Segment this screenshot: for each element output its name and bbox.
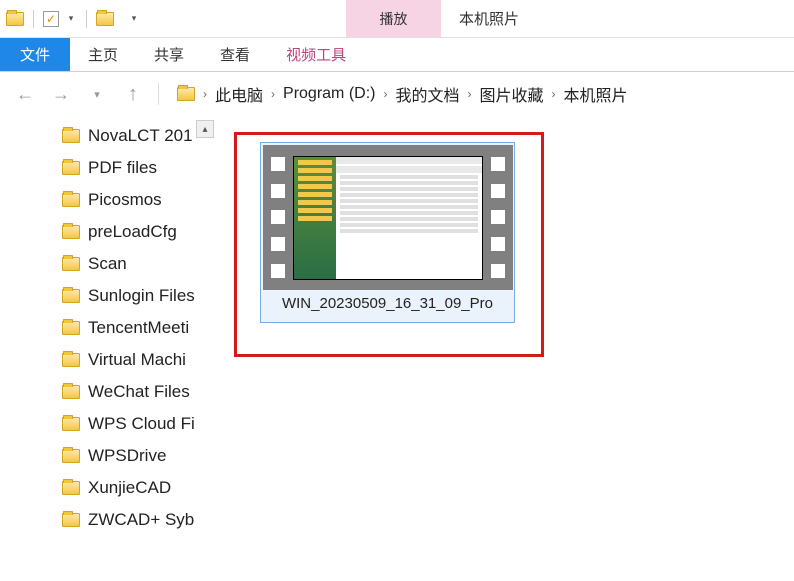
chevron-right-icon[interactable]: › <box>269 87 277 101</box>
ribbon-tabs: 文件 主页 共享 查看 视频工具 <box>0 38 794 72</box>
tab-video-tools[interactable]: 视频工具 <box>268 38 364 71</box>
tree-item-label: WPSDrive <box>88 446 166 466</box>
thumbnail-preview <box>293 156 483 280</box>
tree-folder-item[interactable]: PDF files <box>0 152 214 184</box>
tree-folder-item[interactable]: Scan <box>0 248 214 280</box>
qat-separator <box>33 10 34 28</box>
breadcrumb-item[interactable]: 此电脑 <box>215 82 263 106</box>
folder-icon <box>62 225 80 239</box>
folder-icon <box>62 481 80 495</box>
folder-icon <box>62 449 80 463</box>
folder-icon <box>62 161 80 175</box>
navigation-bar: ← → ▾ ↑ › 此电脑 › Program (D:) › 我的文档 › 图片… <box>0 72 794 116</box>
tree-item-label: XunjieCAD <box>88 478 171 498</box>
tree-item-label: preLoadCfg <box>88 222 177 242</box>
tab-share[interactable]: 共享 <box>136 38 202 71</box>
folder-icon <box>62 129 80 143</box>
folder-icon <box>62 321 80 335</box>
tree-item-label: Sunlogin Files <box>88 286 195 306</box>
tab-file[interactable]: 文件 <box>0 38 70 71</box>
folder-icon <box>62 289 80 303</box>
tree-item-label: PDF files <box>88 158 157 178</box>
quick-access-toolbar: ✓ ▾ ▾ <box>0 0 146 37</box>
nav-up-icon[interactable]: ↑ <box>122 83 144 105</box>
content-area: NovaLCT 201 PDF files Picosmos preLoadCf… <box>0 116 794 581</box>
nav-recent-dropdown-icon[interactable]: ▾ <box>86 83 108 105</box>
qat-dropdown-icon[interactable]: ▾ <box>65 13 77 24</box>
breadcrumb: › 此电脑 › Program (D:) › 我的文档 › 图片收藏 › 本机照… <box>177 82 628 106</box>
tree-folder-item[interactable]: WPSDrive <box>0 440 214 472</box>
tree-folder-item[interactable]: Virtual Machi <box>0 344 214 376</box>
breadcrumb-item[interactable]: 图片收藏 <box>479 82 543 106</box>
scroll-up-icon[interactable]: ▴ <box>196 120 214 138</box>
tree-folder-item[interactable]: preLoadCfg <box>0 216 214 248</box>
tree-folder-item[interactable]: WeChat Files <box>0 376 214 408</box>
tree-scrollbar[interactable]: ▴ <box>196 120 214 581</box>
tree-item-label: ZWCAD+ Syb <box>88 510 194 530</box>
film-strip-right-icon <box>483 145 513 290</box>
folder-icon <box>62 193 80 207</box>
tree-folder-item[interactable]: WPS Cloud Fi <box>0 408 214 440</box>
navigation-pane: NovaLCT 201 PDF files Picosmos preLoadCf… <box>0 116 214 581</box>
breadcrumb-item[interactable]: 我的文档 <box>395 82 459 106</box>
folder-icon <box>62 513 80 527</box>
tree-folder-item[interactable]: Picosmos <box>0 184 214 216</box>
tree-item-label: WPS Cloud Fi <box>88 414 195 434</box>
contextual-tab-header: 播放 <box>346 0 441 37</box>
breadcrumb-item[interactable]: Program (D:) <box>283 85 375 103</box>
file-list-pane[interactable]: WIN_20230509_16_31_09_Pro <box>214 116 794 581</box>
contextual-label: 播放 <box>380 9 408 29</box>
qat-properties-icon[interactable]: ✓ <box>43 11 59 27</box>
folder-icon <box>62 257 80 271</box>
chevron-right-icon[interactable]: › <box>201 87 209 101</box>
tree-folder-item[interactable]: NovaLCT 201 <box>0 120 214 152</box>
qat-separator <box>86 10 87 28</box>
tree-folder-item[interactable]: ZWCAD+ Syb <box>0 504 214 536</box>
nav-forward-icon[interactable]: → <box>50 83 72 105</box>
tree-item-label: TencentMeeti <box>88 318 189 338</box>
app-folder-icon <box>6 12 24 26</box>
chevron-right-icon[interactable]: › <box>465 87 473 101</box>
breadcrumb-folder-icon[interactable] <box>177 87 195 101</box>
folder-icon <box>62 417 80 431</box>
chevron-right-icon[interactable]: › <box>381 87 389 101</box>
title-bar: ✓ ▾ ▾ 播放 本机照片 <box>0 0 794 38</box>
tree-item-label: Virtual Machi <box>88 350 186 370</box>
video-thumbnail <box>263 145 513 290</box>
tree-item-label: NovaLCT 201 <box>88 126 193 146</box>
tree-folder-item[interactable]: TencentMeeti <box>0 312 214 344</box>
nav-separator <box>158 83 159 105</box>
nav-back-icon[interactable]: ← <box>14 83 36 105</box>
file-name-label: WIN_20230509_16_31_09_Pro <box>278 290 497 320</box>
folder-icon <box>62 353 80 367</box>
tree-item-label: Picosmos <box>88 190 162 210</box>
breadcrumb-item[interactable]: 本机照片 <box>564 82 628 106</box>
tree-folder-item[interactable]: XunjieCAD <box>0 472 214 504</box>
tree-folder-item[interactable]: Sunlogin Files <box>0 280 214 312</box>
file-item-video[interactable]: WIN_20230509_16_31_09_Pro <box>260 142 515 323</box>
film-strip-left-icon <box>263 145 293 290</box>
tree-item-label: Scan <box>88 254 127 274</box>
tree-item-label: WeChat Files <box>88 382 190 402</box>
qat-newfolder-icon[interactable] <box>96 12 114 26</box>
chevron-right-icon[interactable]: › <box>550 87 558 101</box>
folder-icon <box>62 385 80 399</box>
tab-home[interactable]: 主页 <box>70 38 136 71</box>
tab-view[interactable]: 查看 <box>202 38 268 71</box>
window-title: 本机照片 <box>459 0 519 37</box>
qat-customize-dropdown-icon[interactable]: ▾ <box>128 13 140 24</box>
